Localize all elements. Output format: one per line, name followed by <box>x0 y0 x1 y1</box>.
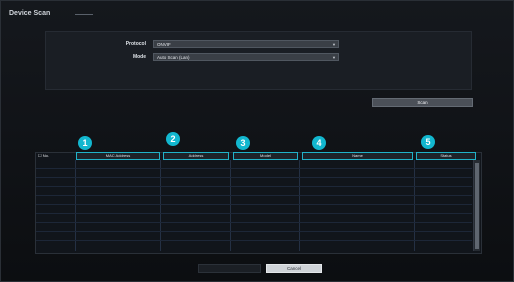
table-row-divider <box>36 213 472 214</box>
table-row-divider <box>36 186 472 187</box>
mode-value: Auto Scan (Lan) <box>157 55 190 60</box>
table-column-divider <box>160 160 161 251</box>
cancel-button[interactable]: Cancel <box>266 264 322 273</box>
chevron-down-icon: ▼ <box>332 55 336 60</box>
callout-1: 1 <box>78 136 92 150</box>
table-header-no: ☐ No. <box>38 152 49 159</box>
callout-3: 3 <box>236 136 250 150</box>
column-header-address[interactable]: Address <box>163 152 229 160</box>
protocol-select[interactable]: ONVIF ▼ <box>153 40 339 48</box>
disabled-bottom-button[interactable] <box>198 264 261 273</box>
callout-5: 5 <box>421 135 435 149</box>
table-row-divider <box>36 240 472 241</box>
callout-2: 2 <box>166 132 180 146</box>
protocol-label: Protocol <box>125 41 146 47</box>
column-header-mac-address[interactable]: MAC Address <box>76 152 160 160</box>
column-header-status[interactable]: Status <box>416 152 476 160</box>
table-row-divider <box>36 195 472 196</box>
table-column-divider <box>299 160 300 251</box>
checkbox-icon[interactable]: ☐ <box>38 153 42 158</box>
window-title: Device Scan <box>9 10 51 17</box>
protocol-value: ONVIF <box>157 42 171 47</box>
table-column-divider <box>75 160 76 251</box>
table-row-divider <box>36 177 472 178</box>
table-row-divider <box>36 222 472 223</box>
column-header-name[interactable]: Name <box>302 152 413 160</box>
header-no-text: No. <box>42 153 49 158</box>
scrollbar-thumb[interactable] <box>475 163 479 249</box>
chevron-down-icon: ▼ <box>332 42 336 47</box>
mode-label: Mode <box>132 54 146 60</box>
callout-4: 4 <box>312 136 326 150</box>
column-header-model[interactable]: Model <box>233 152 298 160</box>
table-row-divider <box>36 231 472 232</box>
mode-select[interactable]: Auto Scan (Lan) ▼ <box>153 53 339 61</box>
table-scrollbar[interactable] <box>473 160 480 251</box>
scan-button[interactable]: Scan <box>372 98 473 107</box>
table-column-divider <box>230 160 231 251</box>
table-row-divider <box>36 204 472 205</box>
device-scan-window: Device Scan Protocol ONVIF ▼ Mode Auto S… <box>0 0 514 282</box>
table-column-divider <box>414 160 415 251</box>
table-row-divider <box>36 168 472 169</box>
title-divider <box>75 14 93 15</box>
